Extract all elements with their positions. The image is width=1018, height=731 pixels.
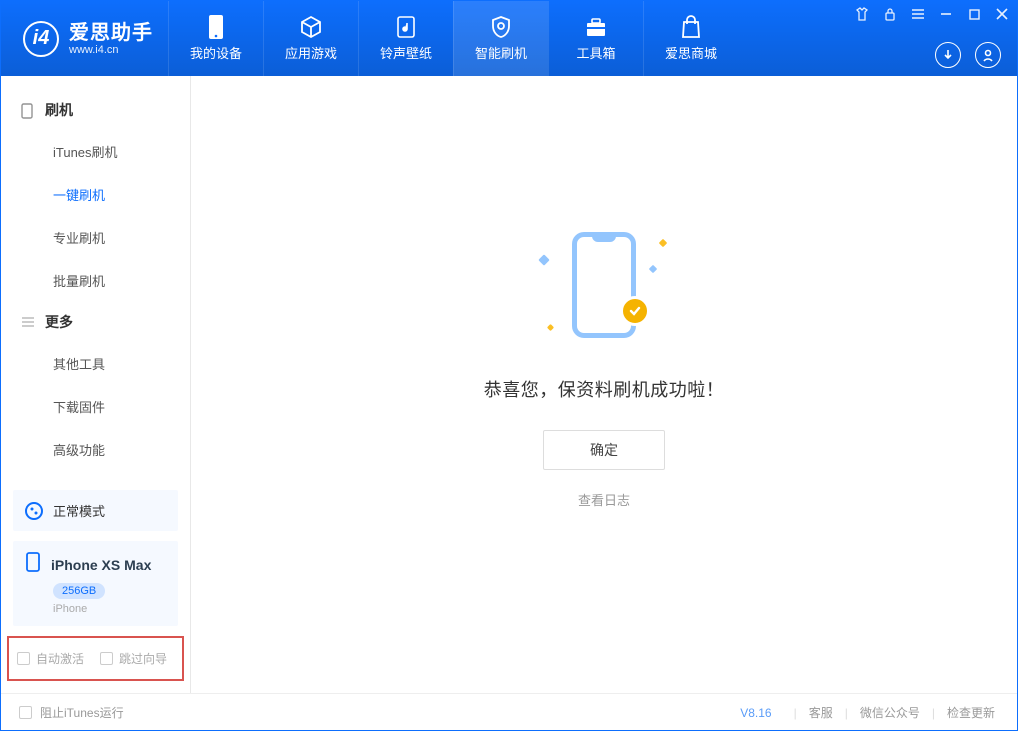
block-itunes-checkbox[interactable]: [19, 706, 32, 719]
sidebar-item-download-firmware[interactable]: 下载固件: [1, 385, 190, 428]
auto-activate-label: 自动激活: [36, 650, 84, 667]
device-box[interactable]: iPhone XS Max 256GB iPhone: [13, 541, 178, 626]
success-illustration: [504, 220, 704, 350]
user-icon[interactable]: [975, 42, 1001, 68]
sidebar: 刷机 iTunes刷机 一键刷机 专业刷机 批量刷机 更多 其他工具 下载固件 …: [1, 76, 191, 693]
spark-icon: [547, 324, 554, 331]
version-label: V8.16: [740, 706, 771, 720]
minimize-icon[interactable]: [939, 7, 953, 21]
ok-button[interactable]: 确定: [543, 430, 665, 470]
shield-icon: [489, 15, 513, 39]
device-name: iPhone XS Max: [51, 557, 151, 573]
toolbox-icon: [584, 15, 608, 39]
separator: |: [932, 706, 935, 720]
view-log-link[interactable]: 查看日志: [578, 490, 630, 509]
music-file-icon: [394, 15, 418, 39]
skip-guide-label: 跳过向导: [119, 650, 167, 667]
main-content: 恭喜您，保资料刷机成功啦！ 确定 查看日志: [191, 76, 1017, 693]
app-header: i4 爱思助手 www.i4.cn 我的设备 应用游戏 铃声壁纸 智能刷机 工具…: [1, 1, 1017, 76]
nav-ringtones[interactable]: 铃声壁纸: [358, 1, 453, 76]
main-nav: 我的设备 应用游戏 铃声壁纸 智能刷机 工具箱 爱思商城: [168, 1, 738, 76]
success-message: 恭喜您，保资料刷机成功啦！: [484, 376, 725, 402]
nav-label: 铃声壁纸: [380, 43, 432, 62]
nav-toolbox[interactable]: 工具箱: [548, 1, 643, 76]
spark-icon: [538, 254, 549, 265]
sidebar-options-highlight: 自动激活 跳过向导: [7, 636, 184, 681]
separator: |: [794, 706, 797, 720]
sidebar-item-other-tools[interactable]: 其他工具: [1, 342, 190, 385]
mode-label: 正常模式: [53, 501, 105, 520]
nav-label: 爱思商城: [665, 43, 717, 62]
check-badge-icon: [620, 296, 650, 326]
support-link[interactable]: 客服: [805, 704, 837, 721]
sidebar-item-itunes-flash[interactable]: iTunes刷机: [1, 130, 190, 173]
mode-box[interactable]: 正常模式: [13, 490, 178, 531]
cube-icon: [299, 15, 323, 39]
device-icon: [204, 15, 228, 39]
auto-activate-checkbox[interactable]: [17, 652, 30, 665]
nav-my-device[interactable]: 我的设备: [168, 1, 263, 76]
status-bar: 阻止iTunes运行 V8.16 | 客服 | 微信公众号 | 检查更新: [1, 693, 1017, 731]
maximize-icon[interactable]: [967, 7, 981, 21]
menu-icon[interactable]: [911, 7, 925, 21]
group-label: 更多: [45, 312, 73, 332]
device-phone-icon: [25, 552, 41, 577]
mode-icon: [25, 502, 43, 520]
shirt-icon[interactable]: [855, 7, 869, 21]
spark-icon: [659, 239, 667, 247]
sidebar-item-advanced[interactable]: 高级功能: [1, 428, 190, 471]
sidebar-item-pro-flash[interactable]: 专业刷机: [1, 216, 190, 259]
block-itunes-label: 阻止iTunes运行: [40, 704, 124, 721]
sidebar-item-oneclick-flash[interactable]: 一键刷机: [1, 173, 190, 216]
window-controls: [855, 7, 1009, 21]
wechat-link[interactable]: 微信公众号: [856, 704, 924, 721]
check-update-link[interactable]: 检查更新: [943, 704, 999, 721]
group-label: 刷机: [45, 100, 73, 120]
nav-label: 智能刷机: [475, 43, 527, 62]
nav-label: 我的设备: [190, 43, 242, 62]
nav-smart-flash[interactable]: 智能刷机: [453, 1, 548, 76]
nav-label: 工具箱: [576, 43, 615, 62]
device-storage-badge: 256GB: [53, 583, 105, 599]
app-url: www.i4.cn: [69, 44, 153, 56]
list-icon: [21, 315, 35, 329]
logo-area[interactable]: i4 爱思助手 www.i4.cn: [1, 21, 168, 57]
close-icon[interactable]: [995, 7, 1009, 21]
sidebar-group-more: 更多: [1, 302, 190, 342]
bag-icon: [679, 15, 703, 39]
skip-guide-checkbox[interactable]: [100, 652, 113, 665]
sidebar-item-batch-flash[interactable]: 批量刷机: [1, 259, 190, 302]
app-title: 爱思助手: [69, 22, 153, 44]
spark-icon: [649, 265, 657, 273]
header-actions: [935, 42, 1001, 68]
device-type: iPhone: [53, 603, 166, 615]
app-logo-icon: i4: [23, 21, 59, 57]
nav-label: 应用游戏: [285, 43, 337, 62]
nav-apps-games[interactable]: 应用游戏: [263, 1, 358, 76]
phone-icon: [21, 103, 35, 117]
nav-store[interactable]: 爱思商城: [643, 1, 738, 76]
download-icon[interactable]: [935, 42, 961, 68]
sidebar-group-flash: 刷机: [1, 90, 190, 130]
separator: |: [845, 706, 848, 720]
lock-icon[interactable]: [883, 7, 897, 21]
